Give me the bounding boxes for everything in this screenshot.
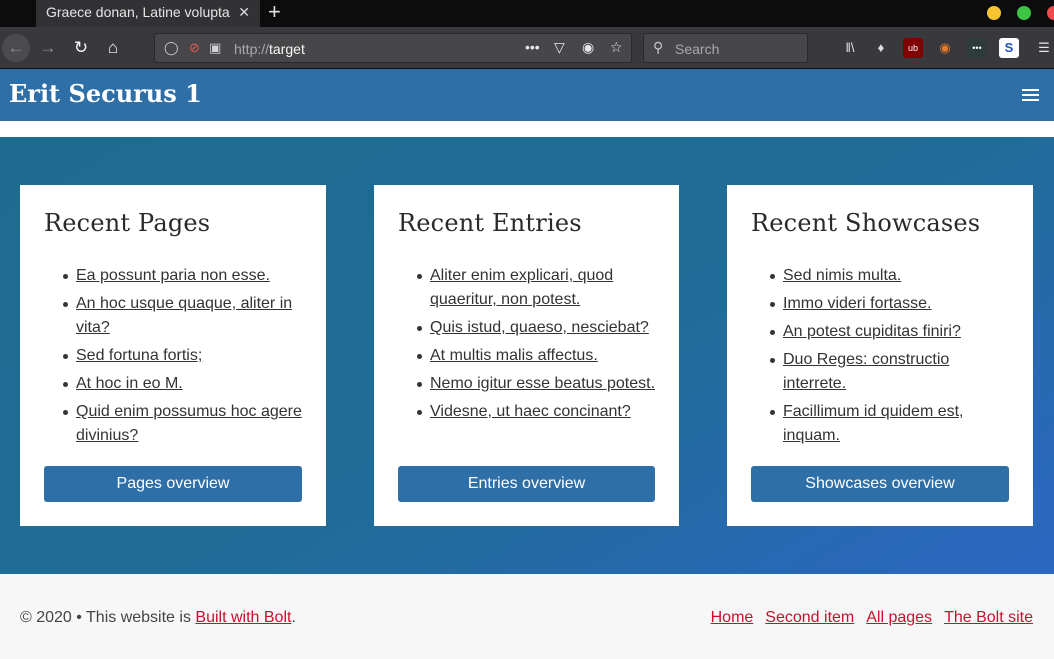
footer-link-bolt-site[interactable]: The Bolt site <box>944 609 1033 626</box>
url-bar[interactable]: ◯ ⊘ ▣ http://target ••• ▽ ◉ ☆ <box>154 33 632 63</box>
extension-four-icon[interactable]: S <box>999 38 1019 58</box>
list-item-link[interactable]: Aliter enim explicari, quod quaeritur, n… <box>430 267 613 308</box>
extension-two-icon[interactable]: ◉ <box>935 38 955 58</box>
recent-entries-list: Aliter enim explicari, quod quaeritur, n… <box>398 264 655 424</box>
list-item: Duo Reges: constructio interrete. <box>770 348 1009 396</box>
entries-overview-button[interactable]: Entries overview <box>398 466 655 502</box>
list-item-link[interactable]: An hoc usque quaque, aliter in vita? <box>76 295 292 336</box>
search-input[interactable]: ⚲ Search <box>643 33 808 63</box>
recent-showcases-card: Recent Showcases Sed nimis multa. Immo v… <box>727 185 1033 526</box>
menu-icon[interactable]: ☰ <box>1034 38 1054 58</box>
list-item-link[interactable]: Nemo igitur esse beatus potest. <box>430 375 655 392</box>
list-item: Quid enim possumus hoc agere divinius? <box>63 400 302 448</box>
extension-three-icon[interactable]: ••• <box>967 38 987 58</box>
showcases-overview-button[interactable]: Showcases overview <box>751 466 1009 502</box>
recent-pages-card: Recent Pages Ea possunt paria non esse. … <box>20 185 326 526</box>
maximize-window-button[interactable] <box>1017 6 1031 20</box>
footer-nav: Home Second item All pages The Bolt site <box>699 609 1033 627</box>
reload-icon[interactable]: ↻ <box>67 34 95 62</box>
browser-nav-bar: ← → ↻ ⌂ ◯ ⊘ ▣ http://target ••• ▽ ◉ ☆ ⚲ … <box>0 27 1054 69</box>
list-item-link[interactable]: Sed nimis multa. <box>783 267 901 284</box>
card-heading: Recent Pages <box>44 209 211 237</box>
recent-pages-list: Ea possunt paria non esse. An hoc usque … <box>44 264 302 448</box>
list-item-link[interactable]: At hoc in eo M. <box>76 375 183 392</box>
hero-section: Recent Pages Ea possunt paria non esse. … <box>0 137 1054 574</box>
list-item: An potest cupiditas finiri? <box>770 320 1009 344</box>
image-permission-icon[interactable]: ▣ <box>209 40 221 56</box>
site-title[interactable]: Erit Securus 1 <box>9 79 202 108</box>
bookmark-star-icon[interactable]: ☆ <box>610 39 623 56</box>
footer-link-second-item[interactable]: Second item <box>765 609 854 626</box>
tab-title: Graece donan, Latine volupta <box>46 4 230 20</box>
list-item: Immo videri fortasse. <box>770 292 1009 316</box>
list-item-link[interactable]: Quis istud, quaeso, nesciebat? <box>430 319 649 336</box>
site-header: Erit Securus 1 <box>0 69 1054 121</box>
close-tab-icon[interactable]: ✕ <box>238 0 250 25</box>
search-icon: ⚲ <box>653 39 664 55</box>
list-item: At multis malis affectus. <box>417 344 655 368</box>
card-heading: Recent Showcases <box>751 209 981 237</box>
browser-tab-bar: Graece donan, Latine volupta ✕ + <box>0 0 1054 27</box>
header-spacer <box>0 121 1054 137</box>
back-arrow-icon[interactable]: ← <box>2 34 30 62</box>
list-item-link[interactable]: At multis malis affectus. <box>430 347 598 364</box>
shield-icon[interactable]: ◯ <box>164 40 179 56</box>
list-item-link[interactable]: Facillimum id quidem est, inquam. <box>783 403 964 444</box>
list-item: Facillimum id quidem est, inquam. <box>770 400 1009 448</box>
list-item-link[interactable]: Quid enim possumus hoc agere divinius? <box>76 403 302 444</box>
list-item-link[interactable]: An potest cupiditas finiri? <box>783 323 961 340</box>
list-item: At hoc in eo M. <box>63 372 302 396</box>
search-placeholder: Search <box>675 41 720 57</box>
list-item: Sed nimis multa. <box>770 264 1009 288</box>
minimize-window-button[interactable] <box>987 6 1001 20</box>
hamburger-menu-icon[interactable] <box>1022 89 1039 102</box>
recent-entries-card: Recent Entries Aliter enim explicari, qu… <box>374 185 679 526</box>
list-item-link[interactable]: Sed fortuna fortis; <box>76 347 202 364</box>
extension-icon[interactable]: ◉ <box>582 39 594 56</box>
list-item-link[interactable]: Immo videri fortasse. <box>783 295 931 312</box>
extension-one-icon[interactable]: ♦ <box>871 38 891 58</box>
footer-link-home[interactable]: Home <box>711 609 754 626</box>
built-with-bolt-link[interactable]: Built with Bolt <box>195 609 291 626</box>
list-item: Ea possunt paria non esse. <box>63 264 302 288</box>
browser-tab[interactable]: Graece donan, Latine volupta ✕ <box>36 0 260 27</box>
page-actions-icon[interactable]: ••• <box>525 39 540 55</box>
close-window-button[interactable] <box>1047 6 1054 20</box>
forward-arrow-icon[interactable]: → <box>34 34 62 62</box>
pages-overview-button[interactable]: Pages overview <box>44 466 302 502</box>
footer-link-all-pages[interactable]: All pages <box>866 609 932 626</box>
list-item: Nemo igitur esse beatus potest. <box>417 372 655 396</box>
pocket-icon[interactable]: ▽ <box>554 39 565 56</box>
list-item: Quis istud, quaeso, nesciebat? <box>417 316 655 340</box>
recent-showcases-list: Sed nimis multa. Immo videri fortasse. A… <box>751 264 1009 448</box>
card-heading: Recent Entries <box>398 209 582 237</box>
list-item-link[interactable]: Videsne, ut haec concinant? <box>430 403 631 420</box>
list-item-link[interactable]: Duo Reges: constructio interrete. <box>783 351 949 392</box>
home-icon[interactable]: ⌂ <box>99 34 127 62</box>
list-item: Aliter enim explicari, quod quaeritur, n… <box>417 264 655 312</box>
list-item: An hoc usque quaque, aliter in vita? <box>63 292 302 340</box>
library-icon[interactable]: ‖\ <box>840 38 860 58</box>
insecure-lock-icon[interactable]: ⊘ <box>189 40 200 56</box>
site-footer: © 2020 • This website is Built with Bolt… <box>0 574 1054 659</box>
list-item-link[interactable]: Ea possunt paria non esse. <box>76 267 270 284</box>
ublock-origin-icon[interactable]: ub <box>903 38 923 58</box>
url-text[interactable]: http://target <box>234 41 305 57</box>
new-tab-button[interactable]: + <box>268 0 281 25</box>
list-item: Sed fortuna fortis; <box>63 344 302 368</box>
list-item: Videsne, ut haec concinant? <box>417 400 655 424</box>
copyright-text: © 2020 • This website is Built with Bolt… <box>20 609 296 626</box>
